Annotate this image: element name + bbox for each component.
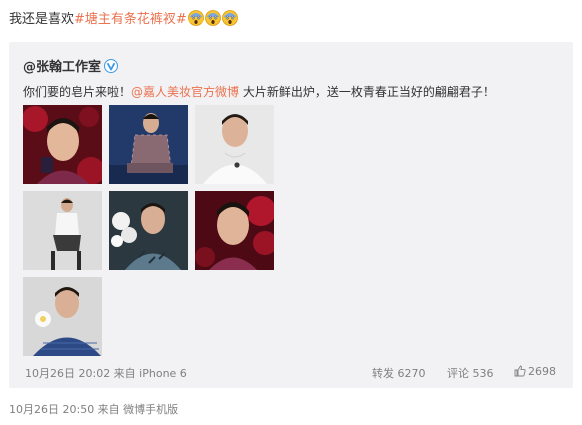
photo-4[interactable] [23, 191, 102, 270]
comment-button[interactable]: 评论 536 [447, 365, 494, 381]
repost-text-suffix: 大片新鲜出炉，送一枚青春正当好的翩翩君子！ [239, 85, 495, 99]
post-text: 我还是喜欢#塘主有条花裤衩# [9, 8, 238, 27]
photo-2[interactable] [109, 105, 188, 184]
repost-button[interactable]: 转发 6270 [372, 365, 426, 381]
repost-text: 你们要的皂片来啦！@嘉人美妆官方微博 大片新鲜出炉，送一枚青春正当好的翩翩君子！ [23, 83, 495, 100]
repost-text-prefix: 你们要的皂片来啦！ [23, 85, 132, 99]
repost-box: @张翰工作室 你们要的皂片来啦！@嘉人美妆官方微博 大片新鲜出炉，送一枚青春正当… [9, 42, 573, 388]
photo-6[interactable] [195, 191, 274, 270]
photo-5[interactable] [109, 191, 188, 270]
scream-emoji-icon [204, 10, 221, 26]
photo-3[interactable] [195, 105, 274, 184]
repost-author-row: @张翰工作室 [23, 56, 119, 75]
topic-link[interactable]: #塘主有条花裤衩# [74, 12, 187, 27]
mention-link[interactable]: @嘉人美妆官方微博 [131, 85, 239, 99]
repost-author-link[interactable]: @张翰工作室 [23, 60, 101, 75]
photo-7[interactable] [23, 277, 102, 356]
post-footer: 10月26日 20:50 来自 微博手机版 [9, 403, 179, 416]
scream-emoji-icon [221, 10, 238, 26]
thumbs-up-icon [514, 365, 526, 377]
scream-emoji-icon [187, 10, 204, 26]
verified-v-icon [104, 59, 119, 73]
photo-1[interactable] [23, 105, 102, 184]
repost-time-source: 10月26日 20:02 来自 iPhone 6 [25, 367, 187, 380]
post-text-prefix: 我还是喜欢 [9, 12, 75, 27]
like-button[interactable]: 2698 [514, 365, 556, 378]
like-count: 2698 [528, 365, 556, 378]
